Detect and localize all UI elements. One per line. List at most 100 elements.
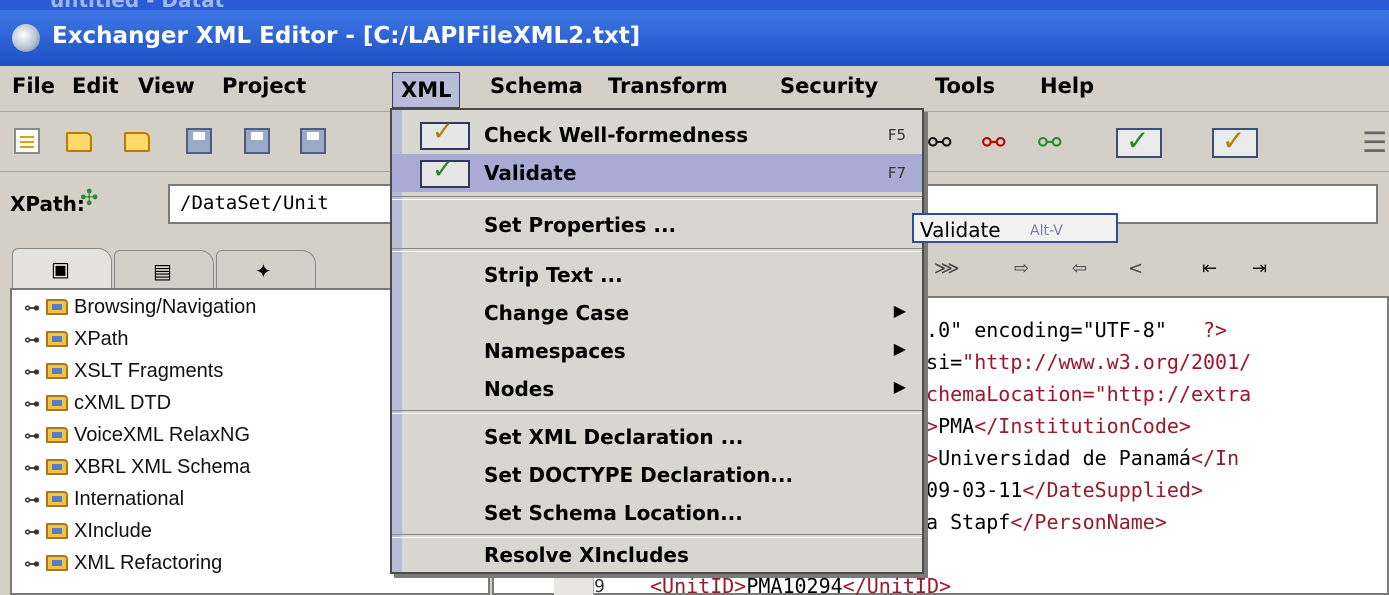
expand-icon[interactable]: ⊶ [24, 394, 46, 413]
code-line: e>Universidad de Panamá</In [914, 446, 1239, 470]
outliner-tab-icon: ✦ [255, 259, 272, 283]
new-document-icon[interactable] [14, 128, 40, 154]
next-tag-icon[interactable]: ⇥ [1252, 258, 1267, 279]
find-icon[interactable]: ⚯ [928, 126, 951, 159]
document-tab-icon: ▤ [153, 259, 172, 283]
tree-item[interactable]: ⊶ XPath [24, 328, 128, 358]
validate-icon: ✓ [420, 155, 470, 188]
save-all-icon[interactable] [300, 128, 326, 154]
code-line: ía Stapf</PersonName> [914, 510, 1167, 534]
menu-item-set-schema-location[interactable]: Set Schema Location... [392, 494, 922, 532]
menu-separator [392, 248, 922, 252]
code-line: e>PMA</InstitutionCode> [914, 414, 1191, 438]
menu-item-label: Validate [484, 161, 577, 185]
expand-icon[interactable]: ⊶ [24, 458, 46, 477]
expand-icon[interactable]: ⊶ [24, 554, 46, 573]
menu-item-set-xml-declaration[interactable]: Set XML Declaration ... [392, 418, 922, 456]
menu-item-label: Resolve XIncludes [484, 543, 689, 567]
code-text: ?> [1203, 318, 1228, 342]
menu-item-resolve-xincludes[interactable]: Resolve XIncludes [392, 536, 922, 574]
tree-item-label: International [74, 488, 185, 510]
app-icon[interactable] [12, 24, 40, 52]
menu-item-set-properties[interactable]: Set Properties ... [392, 206, 922, 244]
tree-item[interactable]: ⊶ XInclude [24, 520, 152, 550]
replace-icon[interactable]: ⚯ [1038, 126, 1061, 159]
window-title: Exchanger XML Editor - [C:/LAPIFileXML2.… [52, 23, 641, 49]
menu-transform[interactable]: Transform [608, 74, 728, 106]
submenu-arrow-icon: ▶ [893, 377, 906, 396]
tree-item-label: XBRL XML Schema [74, 456, 251, 478]
expand-icon[interactable]: ⊶ [24, 490, 46, 509]
collapse-icon[interactable]: ⋙ [934, 258, 960, 279]
xpath-label: XPath: [10, 192, 85, 216]
line-number: 9 [594, 576, 605, 595]
menu-item-set-doctype-declaration[interactable]: Set DOCTYPE Declaration... [392, 456, 922, 494]
tree-item[interactable]: ⊶ International [24, 488, 184, 518]
find-next-icon[interactable]: ⚯ [982, 126, 1005, 159]
tree-item-label: XSLT Fragments [74, 360, 224, 382]
expand-icon[interactable]: ⊶ [24, 362, 46, 381]
project-folder-icon [46, 491, 68, 507]
menu-separator [392, 410, 922, 414]
indent-icon[interactable]: ⇨ [1014, 258, 1029, 279]
tooltip-accelerator: Alt-V [1030, 223, 1063, 239]
open-remote-folder-icon[interactable] [124, 132, 150, 152]
project-folder-icon [46, 395, 68, 411]
code-text: </PersonName> [1010, 510, 1167, 534]
well-formed-toolbar-icon[interactable]: ✓ [1212, 124, 1258, 158]
open-folder-icon[interactable] [66, 132, 92, 152]
menu-item-label: Set Properties ... [484, 213, 677, 237]
project-folder-icon [46, 427, 68, 443]
menu-xml[interactable]: XML [392, 72, 461, 108]
menu-tools[interactable]: Tools [935, 74, 995, 106]
expand-icon[interactable]: ⊶ [24, 330, 46, 349]
tree-item[interactable]: ⊶ VoiceXML RelaxNG [24, 424, 250, 454]
menu-item-change-case[interactable]: Change Case ▶ [392, 294, 922, 332]
menu-schema[interactable]: Schema [490, 74, 583, 106]
menu-project[interactable]: Project [222, 74, 306, 106]
xpath-pin-icon[interactable]: ✣ [80, 186, 98, 211]
menu-help[interactable]: Help [1040, 74, 1094, 106]
tree-item-label: Browsing/Navigation [74, 296, 257, 318]
save-as-icon[interactable] [244, 128, 270, 154]
menu-item-nodes[interactable]: Nodes ▶ [392, 370, 922, 408]
menu-shortcut: F5 [887, 126, 906, 144]
submenu-arrow-icon: ▶ [893, 301, 906, 320]
expand-icon[interactable]: ⊶ [24, 298, 46, 317]
menu-item-namespaces[interactable]: Namespaces ▶ [392, 332, 922, 370]
validate-tooltip: Validate Alt-V [912, 213, 1118, 243]
tree-item[interactable]: ⊶ cXML DTD [24, 392, 171, 422]
tree-item[interactable]: ⊶ XML Refactoring [24, 552, 222, 582]
toolbar-more-icon[interactable]: ☰ [1362, 126, 1387, 159]
unindent-icon[interactable]: ⇦ [1072, 258, 1087, 279]
menu-edit[interactable]: Edit [72, 74, 119, 106]
prev-tag-icon[interactable]: ⇤ [1202, 258, 1217, 279]
expand-icon[interactable]: ⊶ [24, 522, 46, 541]
tab-outliner[interactable]: ✦ [216, 250, 316, 288]
check-well-formed-icon: ✓ [420, 117, 470, 150]
tree-item[interactable]: ⊶ Browsing/Navigation [24, 296, 256, 326]
menu-item-strip-text[interactable]: Strip Text ... [392, 256, 922, 294]
tree-item-label: XInclude [74, 520, 152, 542]
menu-item-check-well-formedness[interactable]: ✓ Check Well-formedness F5 [392, 116, 922, 154]
menu-file[interactable]: File [12, 74, 55, 106]
tab-documents[interactable]: ▤ [114, 250, 214, 288]
project-folder-icon [46, 523, 68, 539]
tooltip-text: Validate [920, 218, 1001, 242]
tree-item[interactable]: ⊶ XSLT Fragments [24, 360, 223, 390]
menu-item-validate[interactable]: ✓ Validate F7 [392, 154, 922, 192]
menu-view[interactable]: View [138, 74, 195, 106]
tab-projects[interactable]: ▣ [12, 248, 112, 290]
save-icon[interactable] [186, 128, 212, 154]
validate-toolbar-icon[interactable]: ✓ [1116, 124, 1162, 158]
menu-item-label: Set XML Declaration ... [484, 425, 744, 449]
menu-security[interactable]: Security [780, 74, 878, 106]
tree-item[interactable]: ⊶ XBRL XML Schema [24, 456, 250, 486]
tree-item-label: VoiceXML RelaxNG [74, 424, 250, 446]
code-text: PMA10294 [746, 574, 843, 595]
comment-icon[interactable]: < [1128, 258, 1143, 279]
expand-icon[interactable]: ⊶ [24, 426, 46, 445]
code-line: xsi="http://www.w3.org/2001/ [914, 350, 1251, 374]
code-text: </InstitutionCode> [974, 414, 1191, 438]
project-folder-icon [46, 555, 68, 571]
